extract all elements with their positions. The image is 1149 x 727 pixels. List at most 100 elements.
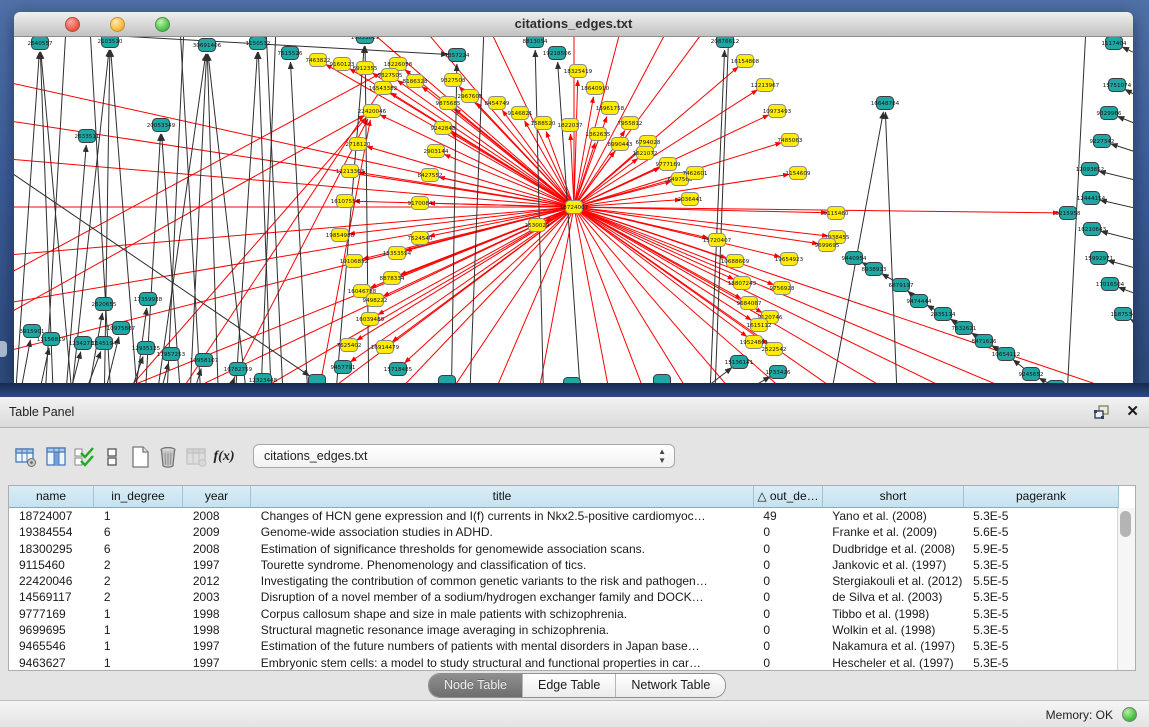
table-cell[interactable]: 1998 <box>183 606 251 622</box>
network-node[interactable]: 9227342 <box>1090 135 1115 148</box>
network-node[interactable]: 8471626 <box>972 335 997 348</box>
table-cell[interactable]: Yano et al. (2008) <box>822 508 963 524</box>
network-node[interactable]: 9756928 <box>770 282 795 295</box>
network-node[interactable]: 9457791 <box>331 361 356 374</box>
table-cell[interactable]: 2009 <box>183 524 251 540</box>
table-cell[interactable]: Disruption of a novel member of a sodium… <box>251 589 754 605</box>
network-node[interactable]: 9777169 <box>656 158 681 171</box>
table-cell[interactable]: 0 <box>753 541 822 557</box>
table-cell[interactable]: 19384554 <box>9 524 94 540</box>
scrollbar-thumb[interactable] <box>1120 511 1131 537</box>
delete-table-icon[interactable] <box>154 443 182 471</box>
modify-table-columns-icon[interactable] <box>12 443 40 471</box>
network-node[interactable]: 12323448 <box>249 374 278 384</box>
table-cell[interactable]: 9699695 <box>9 622 94 638</box>
network-node[interactable]: 9115460 <box>824 207 849 220</box>
table-cell[interactable]: 5.5E-5 <box>963 573 1118 589</box>
network-node[interactable]: 2620655 <box>92 298 117 311</box>
table-cell[interactable]: Hescheler et al. (1997) <box>822 655 963 670</box>
table-cell[interactable]: Structural magnetic resonance image aver… <box>251 622 754 638</box>
network-node[interactable]: 16961758 <box>596 102 625 115</box>
network-node[interactable]: 19218506 <box>543 47 572 60</box>
network-node[interactable]: 7632621 <box>952 322 977 335</box>
network-node[interactable]: 10958107 <box>190 354 219 367</box>
table-cell[interactable]: Franke et al. (2009) <box>822 524 963 540</box>
network-node[interactable]: 15353594 <box>383 247 412 260</box>
network-node[interactable]: 7357224 <box>445 49 470 62</box>
table-cell[interactable]: 5.3E-5 <box>963 638 1118 654</box>
table-cell[interactable]: 2 <box>94 573 183 589</box>
create-table-icon[interactable] <box>126 443 154 471</box>
network-node[interactable]: 15136141 <box>725 356 754 369</box>
network-node[interactable]: 15718485 <box>384 363 413 376</box>
network-node[interactable]: 8427552 <box>418 169 443 182</box>
table-cell[interactable]: 2003 <box>183 589 251 605</box>
network-node[interactable]: 15992971 <box>1085 252 1114 265</box>
table-row[interactable]: 1830029562008Estimation of significance … <box>9 541 1118 557</box>
column-header-7[interactable]: pagerank <box>964 486 1119 508</box>
network-node[interactable]: 16914479 <box>371 341 400 354</box>
network-node[interactable]: 7515526 <box>278 47 303 60</box>
table-cell[interactable]: Corpus callosum shape and size in male p… <box>251 606 754 622</box>
network-node[interactable]: 9146821 <box>508 107 533 120</box>
table-cell[interactable]: Stergiakouli et al. (2012) <box>822 573 963 589</box>
table-cell[interactable]: 18300295 <box>9 541 94 557</box>
table-cell[interactable]: 0 <box>753 622 822 638</box>
network-node[interactable]: 16053809 <box>351 37 380 44</box>
network-node[interactable]: 1362635 <box>586 128 611 141</box>
table-cell[interactable]: 0 <box>753 638 822 654</box>
column-header-2[interactable]: in_degree <box>94 486 183 508</box>
network-node[interactable]: 12444154 <box>1077 192 1106 205</box>
network-node[interactable]: 16210643 <box>1078 223 1107 236</box>
window-titlebar[interactable]: citations_edges.txt <box>14 12 1133 37</box>
tab-edge-table[interactable]: Edge Table <box>523 674 616 697</box>
table-cell[interactable]: 9465546 <box>9 638 94 654</box>
table-cell[interactable]: Tibbo et al. (1998) <box>822 606 963 622</box>
column-header-6[interactable]: short <box>823 486 964 508</box>
table-cell[interactable]: 0 <box>753 557 822 573</box>
network-node[interactable]: 20053349 <box>147 119 176 132</box>
table-row[interactable]: 1938455462009Genome-wide association stu… <box>9 524 1118 540</box>
table-cell[interactable]: 0 <box>753 573 822 589</box>
network-node[interactable]: 19854988 <box>326 229 355 242</box>
network-node[interactable] <box>309 375 326 384</box>
network-node[interactable]: 17957253 <box>157 348 186 361</box>
network-node[interactable]: 16648784 <box>871 97 900 110</box>
network-node[interactable]: 2967608 <box>458 90 483 103</box>
table-cell[interactable]: 2008 <box>183 541 251 557</box>
table-cell[interactable]: 0 <box>753 606 822 622</box>
show-column-icon[interactable] <box>42 443 70 471</box>
table-cell[interactable]: 9115460 <box>9 557 94 573</box>
network-node[interactable]: 12342737 <box>69 337 98 350</box>
network-node[interactable]: 16039489 <box>356 313 385 326</box>
table-cell[interactable]: 5.3E-5 <box>963 606 1118 622</box>
tab-network-table[interactable]: Network Table <box>616 674 725 697</box>
float-window-icon[interactable] <box>1093 404 1111 420</box>
table-row[interactable]: 946554611997Estimation of the future num… <box>9 638 1118 654</box>
panel-collapse-handle[interactable] <box>0 341 7 357</box>
table-cell[interactable]: 5.3E-5 <box>963 655 1118 670</box>
table-cell[interactable]: Wolkin et al. (1998) <box>822 622 963 638</box>
select-rows-icon[interactable] <box>70 443 98 471</box>
table-row[interactable]: 1456911722003Disruption of a novel membe… <box>9 589 1118 605</box>
table-cell[interactable]: 5.6E-5 <box>963 524 1118 540</box>
column-header-4[interactable]: title <box>251 486 754 508</box>
table-cell[interactable]: 14569117 <box>9 589 94 605</box>
table-cell[interactable]: 1 <box>94 606 183 622</box>
network-node[interactable]: 17016504 <box>1096 278 1125 291</box>
table-cell[interactable]: 5.9E-5 <box>963 541 1118 557</box>
network-node[interactable]: 17359938 <box>134 293 163 306</box>
network-node[interactable]: 2103510 <box>98 37 123 48</box>
network-node[interactable]: 18640910 <box>581 82 610 95</box>
network-node[interactable]: 1187534 <box>1111 308 1133 321</box>
table-cell[interactable]: 6 <box>94 524 183 540</box>
network-node[interactable]: 20876612 <box>711 37 739 48</box>
table-cell[interactable]: 49 <box>753 508 822 524</box>
network-canvas[interactable]: 2640557210351030691406115053275155261605… <box>14 37 1133 383</box>
column-header-5[interactable]: △ out_de… <box>754 486 823 508</box>
function-builder-icon[interactable]: f(x) <box>210 443 238 471</box>
table-cell[interactable]: Estimation of the future numbers of pati… <box>251 638 754 654</box>
table-selector-dropdown[interactable]: citations_edges.txt ▲▼ <box>253 444 675 468</box>
table-cell[interactable]: 22420046 <box>9 573 94 589</box>
network-node[interactable]: 12213363 <box>336 165 365 178</box>
